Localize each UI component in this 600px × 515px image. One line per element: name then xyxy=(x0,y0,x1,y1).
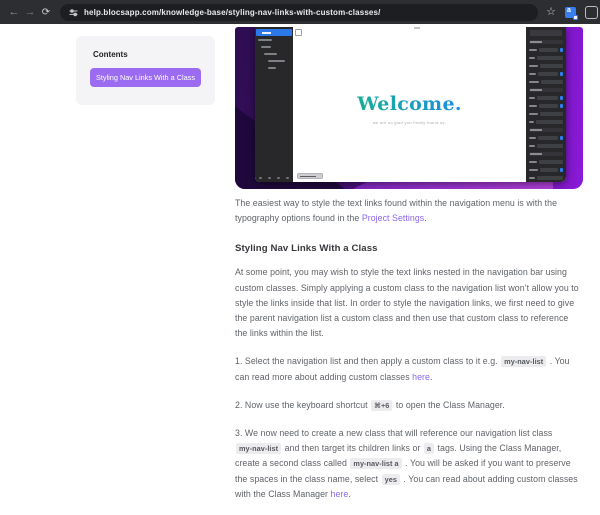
paragraph: At some point, you may wish to style the… xyxy=(235,265,583,341)
welcome-headline: Welcome. xyxy=(293,93,526,115)
layer-tree-rows xyxy=(255,39,293,74)
text-run: At some point, you may wish to style the… xyxy=(235,267,579,338)
welcome-subline: we are so glad you finally found us. xyxy=(293,120,526,125)
translate-extension-icon[interactable] xyxy=(565,7,576,18)
text-run: to open the Class Manager. xyxy=(393,400,504,410)
toolbar-actions: ☆ xyxy=(546,6,598,19)
blocs-app-window: Welcome. we are so glad you finally foun… xyxy=(255,27,566,182)
contents-nav-button[interactable]: Styling Nav Links With a Class xyxy=(90,68,201,87)
contents-card: Contents Styling Nav Links With a Class xyxy=(76,36,215,105)
text-run: 2. Now use the keyboard shortcut xyxy=(235,400,370,410)
site-info-icon[interactable] xyxy=(69,8,78,17)
selection-handle xyxy=(414,27,420,29)
bookmark-star-icon[interactable]: ☆ xyxy=(546,7,556,18)
reload-button[interactable]: ⟳ xyxy=(38,4,54,20)
help-page: Contents Styling Nav Links With a Class … xyxy=(0,24,600,500)
code-chip: my-nav-list a xyxy=(350,458,401,469)
omnibox[interactable]: help.blocsapp.com/knowledge-base/styling… xyxy=(60,4,538,21)
add-bloc-button xyxy=(297,173,323,179)
code-chip: my-nav-list xyxy=(236,443,281,454)
section-heading: Styling Nav Links With a Class xyxy=(235,243,583,254)
layer-panel-footer-icons xyxy=(259,176,289,180)
text-run: . xyxy=(348,489,351,499)
contents-title: Contents xyxy=(93,50,198,59)
url-text[interactable]: help.blocsapp.com/knowledge-base/styling… xyxy=(84,8,381,17)
text-run: 1. Select the navigation list and then a… xyxy=(235,356,500,366)
inspector-panel xyxy=(526,27,566,182)
forward-button[interactable]: → xyxy=(22,4,38,20)
layer-tree-panel xyxy=(255,27,293,182)
extensions-icon[interactable] xyxy=(585,6,598,19)
text-run: . xyxy=(424,213,427,223)
inline-link[interactable]: Project Settings xyxy=(362,213,424,223)
code-chip: my-nav-list xyxy=(501,356,546,367)
article-body: The easiest way to style the text links … xyxy=(235,196,583,502)
code-chip: ⌘+6 xyxy=(371,400,392,411)
code-chip: yes xyxy=(382,474,400,485)
inline-link[interactable]: here xyxy=(331,489,349,499)
paragraph: 2. Now use the keyboard shortcut ⌘+6 to … xyxy=(235,398,583,413)
text-run: 3. We now need to create a new class tha… xyxy=(235,428,552,438)
page-icon xyxy=(295,29,302,36)
code-chip: a xyxy=(424,443,434,454)
browser-toolbar: ← → ⟳ help.blocsapp.com/knowledge-base/s… xyxy=(0,0,600,24)
text-run: Styling Nav Links With a Class xyxy=(235,243,378,254)
design-canvas: Welcome. we are so glad you finally foun… xyxy=(293,27,526,182)
inline-link[interactable]: here xyxy=(412,372,430,382)
hero-screenshot: Welcome. we are so glad you finally foun… xyxy=(235,27,583,189)
selected-layer-row xyxy=(256,29,292,36)
paragraph: The easiest way to style the text links … xyxy=(235,196,583,226)
back-button[interactable]: ← xyxy=(6,4,22,20)
text-run: and then target its children links or xyxy=(282,443,423,453)
paragraph: 3. We now need to create a new class tha… xyxy=(235,426,583,502)
paragraph: 1. Select the navigation list and then a… xyxy=(235,354,583,384)
article-column: Welcome. we are so glad you finally foun… xyxy=(235,27,583,515)
text-run: . xyxy=(430,372,433,382)
